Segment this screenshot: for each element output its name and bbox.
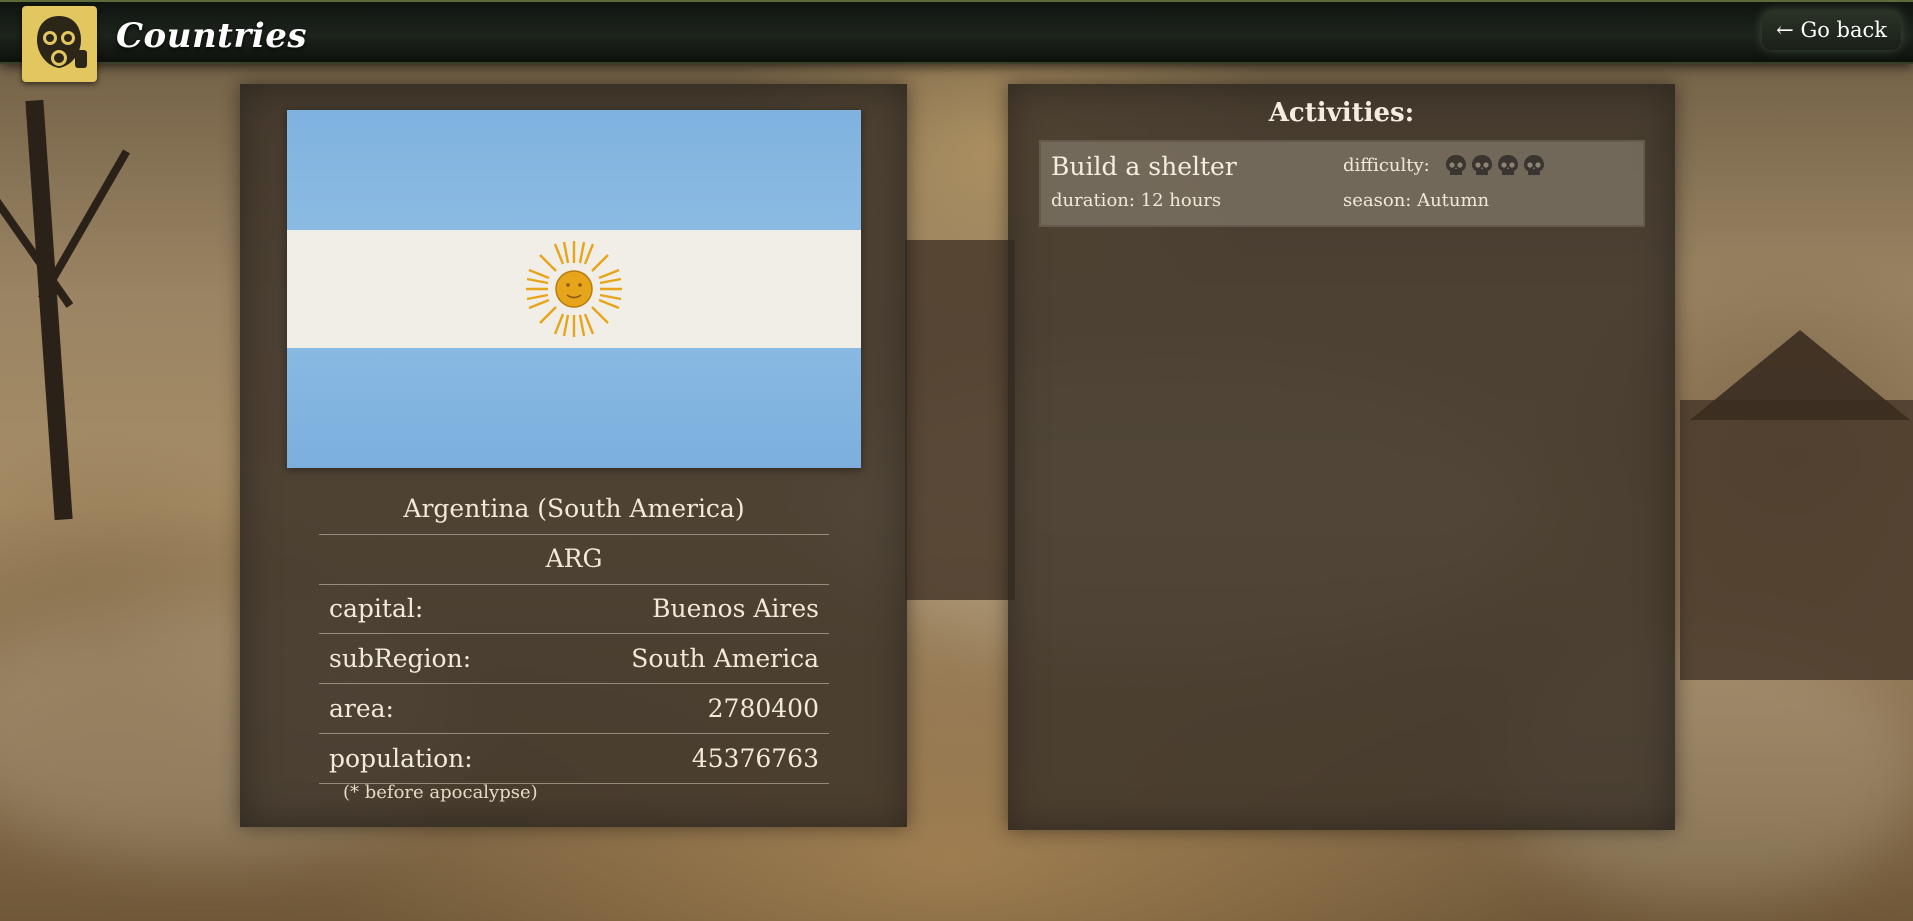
top-bar: Countries ← Go back	[0, 0, 1913, 82]
difficulty-rating	[1444, 154, 1546, 176]
go-back-button[interactable]: ← Go back	[1762, 10, 1901, 50]
country-name: Argentina (South America)	[319, 484, 829, 535]
skull-icon	[1497, 155, 1518, 175]
info-value: 45376763	[691, 744, 819, 773]
info-label: population:	[329, 744, 473, 773]
activity-difficulty: difficulty:	[1343, 154, 1546, 176]
activities-panel: Activities: Build a shelter duration: 12…	[1008, 84, 1675, 830]
activities-title: Activities:	[1268, 98, 1415, 128]
skull-icon	[1471, 155, 1492, 175]
abandoned-house	[905, 240, 1015, 600]
activity-duration: duration: 12 hours	[1051, 190, 1222, 211]
country-code: ARG	[319, 534, 829, 585]
dead-tree	[25, 99, 73, 521]
info-row-capital: capital: Buenos Aires	[319, 584, 829, 634]
info-label: subRegion:	[329, 644, 472, 673]
info-value: South America	[631, 644, 819, 673]
difficulty-label: difficulty:	[1343, 154, 1430, 176]
house-roof	[1690, 330, 1910, 420]
abandoned-house	[1680, 400, 1913, 680]
activity-card[interactable]: Build a shelter duration: 12 hours diffi…	[1039, 140, 1645, 227]
skull-icon	[1523, 155, 1544, 175]
info-label: capital:	[329, 594, 424, 623]
info-value: Buenos Aires	[652, 594, 819, 623]
flag-stripe-bottom	[287, 348, 861, 468]
page-title: Countries	[116, 16, 307, 56]
page-background: Countries ← Go back Argentina (South Ame…	[0, 0, 1913, 921]
activity-season: season: Autumn	[1343, 190, 1490, 211]
info-row-subregion: subRegion: South America	[319, 634, 829, 684]
footnote: (* before apocalypse)	[343, 782, 538, 803]
skull-icon	[1445, 155, 1466, 175]
flag-stripe-top	[287, 110, 861, 230]
info-value: 2780400	[707, 694, 819, 723]
info-label: area:	[329, 694, 394, 723]
info-row-area: area: 2780400	[319, 684, 829, 734]
sun-of-may-icon	[526, 241, 622, 337]
argentina-flag	[287, 110, 861, 468]
country-details-panel: Argentina (South America) ARG capital: B…	[240, 84, 907, 827]
activity-name: Build a shelter	[1051, 152, 1237, 181]
gas-mask-icon	[22, 6, 97, 82]
info-row-population: population: 45376763	[319, 734, 829, 784]
